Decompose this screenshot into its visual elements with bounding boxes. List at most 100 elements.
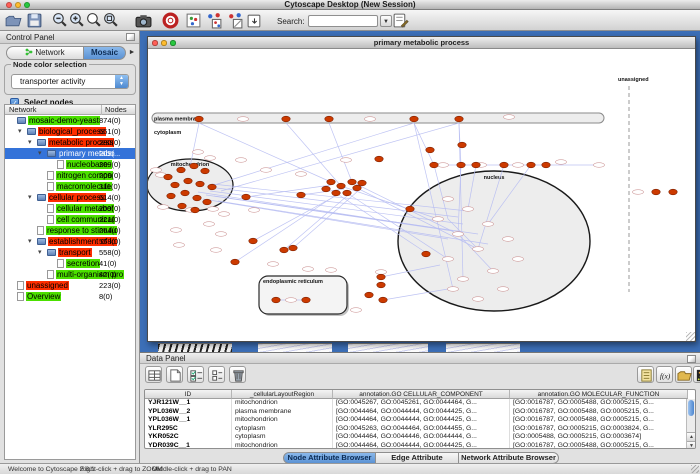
graph-node-label[interactable] <box>193 150 204 155</box>
attribute-dropdown[interactable]: transporter activity ▲▼ <box>11 74 129 89</box>
select-nodes-mode-icon[interactable] <box>206 12 223 29</box>
tree-row[interactable]: ▾transport558(0) <box>5 247 135 258</box>
graph-node-label[interactable] <box>556 160 567 165</box>
graph-node[interactable] <box>208 184 216 190</box>
tree-row[interactable]: secretion41(0) <box>5 258 135 269</box>
graph-node[interactable] <box>500 162 508 168</box>
tree-row[interactable]: cellular metabol209(0) <box>5 203 135 214</box>
graph-node-label[interactable] <box>268 262 279 267</box>
graph-node-label[interactable] <box>503 237 514 242</box>
graph-node-label[interactable] <box>303 267 314 272</box>
network-graph[interactable]: plasma membranecytoplasmmitochondrionnuc… <box>148 49 695 341</box>
graph-node[interactable] <box>332 190 340 196</box>
graph-node[interactable] <box>191 207 199 213</box>
select-attributes-icon[interactable] <box>187 366 204 383</box>
tab-overflow-arrow[interactable]: ► <box>128 46 136 60</box>
graph-node-label[interactable] <box>448 287 459 292</box>
graph-node[interactable] <box>455 116 463 122</box>
tab-mosaic[interactable]: Mosaic <box>84 46 126 60</box>
table-column-header[interactable]: ID <box>145 390 232 399</box>
scroll-up-button[interactable]: ▲ <box>687 432 696 441</box>
graph-node-label[interactable] <box>433 217 444 222</box>
tree-row[interactable]: ▾biological_process651(0) <box>5 126 135 137</box>
graph-node[interactable] <box>377 282 385 288</box>
graph-node-label[interactable] <box>151 168 162 173</box>
table-row[interactable]: YDR039C__1mitochondrion[GO:0044464, GO:0… <box>145 442 688 450</box>
graph-node[interactable] <box>325 116 333 122</box>
graph-edge[interactable] <box>414 123 434 165</box>
table-column-header[interactable]: _cellularLayoutRegion <box>232 390 333 399</box>
attribute-table-icon[interactable] <box>145 366 162 383</box>
table-row[interactable]: YPL036W__2plasma membrane[GO:0044464, GO… <box>145 408 688 417</box>
graph-node-label[interactable] <box>216 232 227 237</box>
help-icon[interactable] <box>162 12 179 29</box>
table-row[interactable]: YPL036W__1mitochondrion[GO:0044464, GO:0… <box>145 416 688 425</box>
tree-row[interactable]: cell communicat221(0) <box>5 214 135 225</box>
graph-node[interactable] <box>410 116 418 122</box>
graph-node[interactable] <box>458 142 466 148</box>
graph-node[interactable] <box>406 206 414 212</box>
graph-node[interactable] <box>289 245 297 251</box>
graph-node-label[interactable] <box>204 222 215 227</box>
open-file-icon[interactable] <box>5 12 22 29</box>
import-attributes-icon[interactable] <box>675 366 692 383</box>
graph-node[interactable] <box>322 186 330 192</box>
graph-node-label[interactable] <box>443 257 454 262</box>
tree-row[interactable]: macromolecule311(0) <box>5 181 135 192</box>
graph-edge[interactable] <box>293 191 358 248</box>
graph-node-label[interactable] <box>513 163 524 168</box>
table-row[interactable]: YKR052Ccytoplasm[GO:0044464, GO:0044446,… <box>145 433 688 442</box>
frame-resize-grip[interactable] <box>686 332 695 341</box>
expand-triangle-icon[interactable]: ▾ <box>28 193 32 201</box>
table-scrollbar[interactable]: ▲ ▼ <box>686 399 695 449</box>
graph-node-label[interactable] <box>504 115 515 120</box>
expand-triangle-icon[interactable]: ▾ <box>38 149 42 157</box>
edit-search-icon[interactable] <box>392 12 409 29</box>
graph-node[interactable] <box>297 192 305 198</box>
graph-node[interactable] <box>178 203 186 209</box>
graph-node[interactable] <box>457 162 465 168</box>
scroll-down-button[interactable]: ▼ <box>687 441 696 449</box>
tree-row[interactable]: Overview8(0) <box>5 291 135 302</box>
tree-row[interactable]: unassigned223(0) <box>5 280 135 291</box>
graph-node[interactable] <box>242 194 250 200</box>
new-attribute-icon[interactable] <box>166 366 183 383</box>
tree-row[interactable]: response to stimulu264(0) <box>5 225 135 236</box>
attribute-matrix-icon[interactable] <box>693 366 700 383</box>
overview-icon[interactable] <box>185 12 202 29</box>
graph-node[interactable] <box>358 180 366 186</box>
zoom-selected-region-icon[interactable] <box>85 12 102 29</box>
table-column-header[interactable]: annotation.GO CELLULAR_COMPONENT <box>333 390 510 399</box>
region-plasma-membrane[interactable] <box>152 113 604 123</box>
float-panel-icon[interactable] <box>687 355 696 363</box>
search-input[interactable] <box>308 15 378 27</box>
tree-row[interactable]: multi-organism pro42(0) <box>5 269 135 280</box>
tree-row[interactable]: ▾establishment of lo558(0) <box>5 236 135 247</box>
graph-node-label[interactable] <box>158 205 169 210</box>
expand-triangle-icon[interactable]: ▾ <box>28 138 32 146</box>
tree-row[interactable]: ▾cellular process614(0) <box>5 192 135 203</box>
tree-row[interactable]: ▾metabolic process280(0) <box>5 137 135 148</box>
zoom-in-icon[interactable] <box>68 12 85 29</box>
graph-node[interactable] <box>542 162 550 168</box>
graph-node-label[interactable] <box>483 222 494 227</box>
scrollbar-thumb[interactable] <box>688 400 694 416</box>
graph-node-label[interactable] <box>498 287 509 292</box>
graph-node-label[interactable] <box>286 298 297 303</box>
graph-node-label[interactable] <box>365 117 376 122</box>
annotation-panel-icon[interactable] <box>637 366 654 383</box>
graph-node[interactable] <box>280 247 288 253</box>
graph-node[interactable] <box>181 190 189 196</box>
zoom-fit-icon[interactable] <box>102 12 119 29</box>
unselect-attributes-icon[interactable] <box>208 366 225 383</box>
graph-node[interactable] <box>472 162 480 168</box>
graph-node[interactable] <box>201 168 209 174</box>
graph-node-label[interactable] <box>249 208 260 213</box>
graph-node-label[interactable] <box>351 308 362 313</box>
graph-node-label[interactable] <box>205 156 216 161</box>
graph-node-label[interactable] <box>594 163 605 168</box>
graph-node-label[interactable] <box>633 190 644 195</box>
delete-attribute-icon[interactable] <box>229 366 246 383</box>
graph-node-label[interactable] <box>513 257 524 262</box>
graph-node-label[interactable] <box>326 268 337 273</box>
